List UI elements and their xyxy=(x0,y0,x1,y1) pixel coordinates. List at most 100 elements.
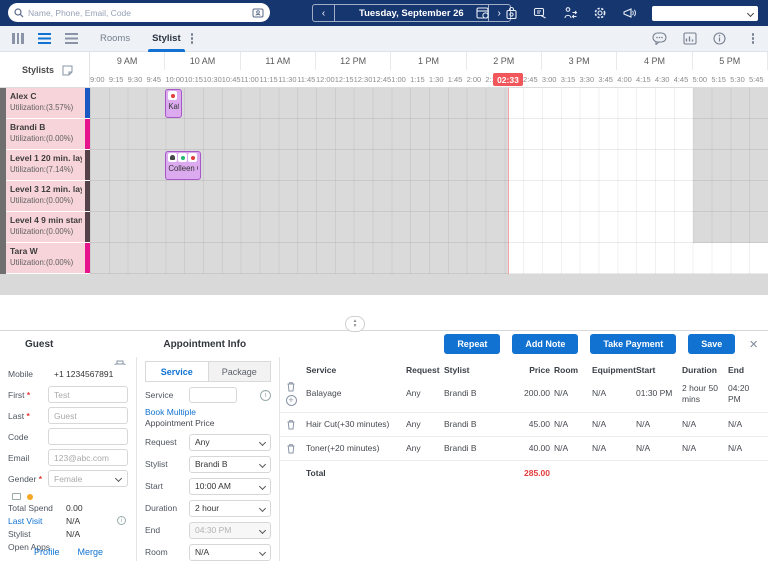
action-button[interactable]: Add Note xyxy=(512,334,579,354)
service-form-field-label: Stylist xyxy=(145,459,168,470)
guest-summary-label: Total Spend xyxy=(8,503,53,513)
columns-view-icon[interactable] xyxy=(12,33,24,44)
cell-start: 01:30 PM xyxy=(636,388,673,399)
settings-icon[interactable] xyxy=(593,6,607,20)
chat-icon[interactable] xyxy=(651,32,667,45)
announcement-icon[interactable] xyxy=(622,6,637,20)
guest-field-input[interactable]: +1 1234567891 xyxy=(48,365,128,382)
tab-more-icon[interactable] xyxy=(190,33,194,44)
stylist-row[interactable]: Level 3 12 min. laydown Utilization:(0.0… xyxy=(6,181,90,212)
guest-field-input[interactable] xyxy=(48,428,128,445)
tick-label: 10:15 xyxy=(184,75,203,84)
close-panel-icon[interactable]: × xyxy=(749,336,758,353)
service-form-field-label: Room xyxy=(145,547,168,558)
service-form-select[interactable]: 2 hour xyxy=(189,499,271,517)
agenda-view-icon[interactable] xyxy=(65,33,78,44)
cell-room: N/A xyxy=(554,419,569,430)
note-icon[interactable] xyxy=(62,65,73,76)
column-header: Price xyxy=(529,365,550,375)
service-form-field-label: Request xyxy=(145,437,177,448)
guest-link[interactable]: Profile xyxy=(34,547,60,557)
service-form-field: Stylist Brandi B xyxy=(145,455,271,473)
pos-bag-icon[interactable] xyxy=(505,6,518,20)
stylist-row[interactable]: Level 1 20 min. laydown Utilization:(7.1… xyxy=(6,150,90,181)
add-addon-icon[interactable]: + xyxy=(285,395,297,406)
reports-icon[interactable] xyxy=(682,32,697,45)
delete-service-icon[interactable] xyxy=(286,419,296,430)
location-select[interactable] xyxy=(652,5,758,21)
cash-register-icon[interactable] xyxy=(533,6,548,20)
stylist-row[interactable]: Level 4 9 min stand-up Utilization:(0.00… xyxy=(6,212,90,243)
guest-summary-label: Last Visit xyxy=(8,516,43,526)
appointment-price-label: Appointment Price xyxy=(145,418,215,428)
appointment-block[interactable]: Kath xyxy=(165,89,183,118)
stylist-row[interactable]: Tara W Utilization:(0.00%) xyxy=(6,243,90,274)
tick-label: 3:30 xyxy=(579,75,595,84)
service-form-field: Room N/A xyxy=(145,543,271,561)
guest-search[interactable] xyxy=(8,3,270,22)
service-form-select[interactable]: 10:00 AM xyxy=(189,477,271,495)
tick-label: 3:45 xyxy=(598,75,613,84)
service-form-tab[interactable]: Service xyxy=(146,362,209,381)
tick-label: 5:30 xyxy=(730,75,745,84)
guest-field-input[interactable]: Test xyxy=(48,386,128,403)
service-row[interactable]: + Hair Cut(+30 minutes) Any Brandi B 45.… xyxy=(280,412,768,436)
guest-field-input[interactable]: 123@abc.com xyxy=(48,449,128,466)
service-form-select[interactable]: Any xyxy=(189,433,271,451)
info-icon[interactable]: i xyxy=(117,516,126,525)
schedule-grid[interactable]: Alex C Utilization:(3.57%) Brandi B Util… xyxy=(0,88,768,295)
action-button[interactable]: Take Payment xyxy=(590,334,677,354)
column-header: Room xyxy=(554,365,579,375)
service-info-icon[interactable]: i xyxy=(260,389,271,401)
prev-day-button[interactable]: ‹ xyxy=(313,5,335,21)
service-row[interactable]: + Balayage Any Brandi B 200.00 N/A N/A 0… xyxy=(280,375,768,412)
action-button[interactable]: Save xyxy=(688,334,736,354)
service-name-input[interactable] xyxy=(189,387,237,403)
appointment-calendar-icon[interactable] xyxy=(476,6,490,20)
stylist-row[interactable]: Alex C Utilization:(3.57%) xyxy=(6,88,90,119)
search-input[interactable] xyxy=(28,7,252,18)
guest-field-input[interactable]: Guest xyxy=(48,407,128,424)
panel-resize-handle[interactable]: ▴ ▾ xyxy=(345,316,365,332)
service-row[interactable]: + Toner(+20 minutes) Any Brandi B 40.00 … xyxy=(280,436,768,460)
splitter-zone: ▴ ▾ xyxy=(0,295,768,332)
delete-service-icon[interactable] xyxy=(286,443,296,454)
guest-field-input[interactable]: Female xyxy=(48,470,128,487)
list-view-active-icon[interactable] xyxy=(38,33,51,44)
current-date-label[interactable]: Tuesday, September 26 xyxy=(335,8,488,19)
service-form-select[interactable]: N/A xyxy=(189,543,271,561)
service-form-select[interactable]: Brandi B xyxy=(189,455,271,473)
cell-duration: 2 hour 50 mins xyxy=(682,382,718,404)
cell-duration: N/A xyxy=(682,443,697,454)
services-table-rows: + Balayage Any Brandi B 200.00 N/A N/A 0… xyxy=(280,375,768,460)
quarter-tick-labels: 9:00 9:15 9:30 9:45 10:00 10:15 10:30 10:45 11:0… xyxy=(90,70,768,88)
tick-label: 10:00 xyxy=(165,75,185,84)
tick-label: 3:15 xyxy=(560,75,576,84)
stylist-row[interactable]: Brandi B Utilization:(0.00%) xyxy=(6,119,90,150)
service-form-select[interactable]: 04:30 PM xyxy=(189,521,271,539)
appointment-block[interactable]: Colleen G xyxy=(165,151,201,180)
more-icon[interactable] xyxy=(751,33,754,44)
delete-service-icon[interactable] xyxy=(286,381,296,392)
guest-field-label: Last xyxy=(8,411,48,421)
search-icon xyxy=(14,7,24,18)
action-button[interactable]: Repeat xyxy=(444,334,501,354)
stylists-label: Stylists xyxy=(22,65,55,75)
info-icon[interactable] xyxy=(712,32,726,45)
view-tab[interactable]: Stylist xyxy=(148,26,185,52)
current-time-badge: 02:33 xyxy=(493,73,523,86)
service-form-tab[interactable]: Package xyxy=(208,362,270,381)
tick-label: 12:30 xyxy=(353,75,373,84)
cell-service: Hair Cut(+30 minutes) xyxy=(306,419,390,430)
cell-end: N/A xyxy=(728,443,743,454)
cell-end: N/A xyxy=(728,419,743,430)
book-multiple-link[interactable]: Book Multiple xyxy=(145,407,271,417)
walk-in-icon[interactable] xyxy=(563,6,578,20)
tick-label: 12:00 xyxy=(315,75,335,84)
top-bar-icons xyxy=(476,0,758,26)
guest-summary-value: N/A xyxy=(66,516,81,526)
guest-link[interactable]: Merge xyxy=(78,547,104,557)
view-tab[interactable]: Rooms xyxy=(100,26,130,52)
cell-stylist: Brandi B xyxy=(444,419,477,430)
scan-card-icon[interactable] xyxy=(252,7,264,18)
